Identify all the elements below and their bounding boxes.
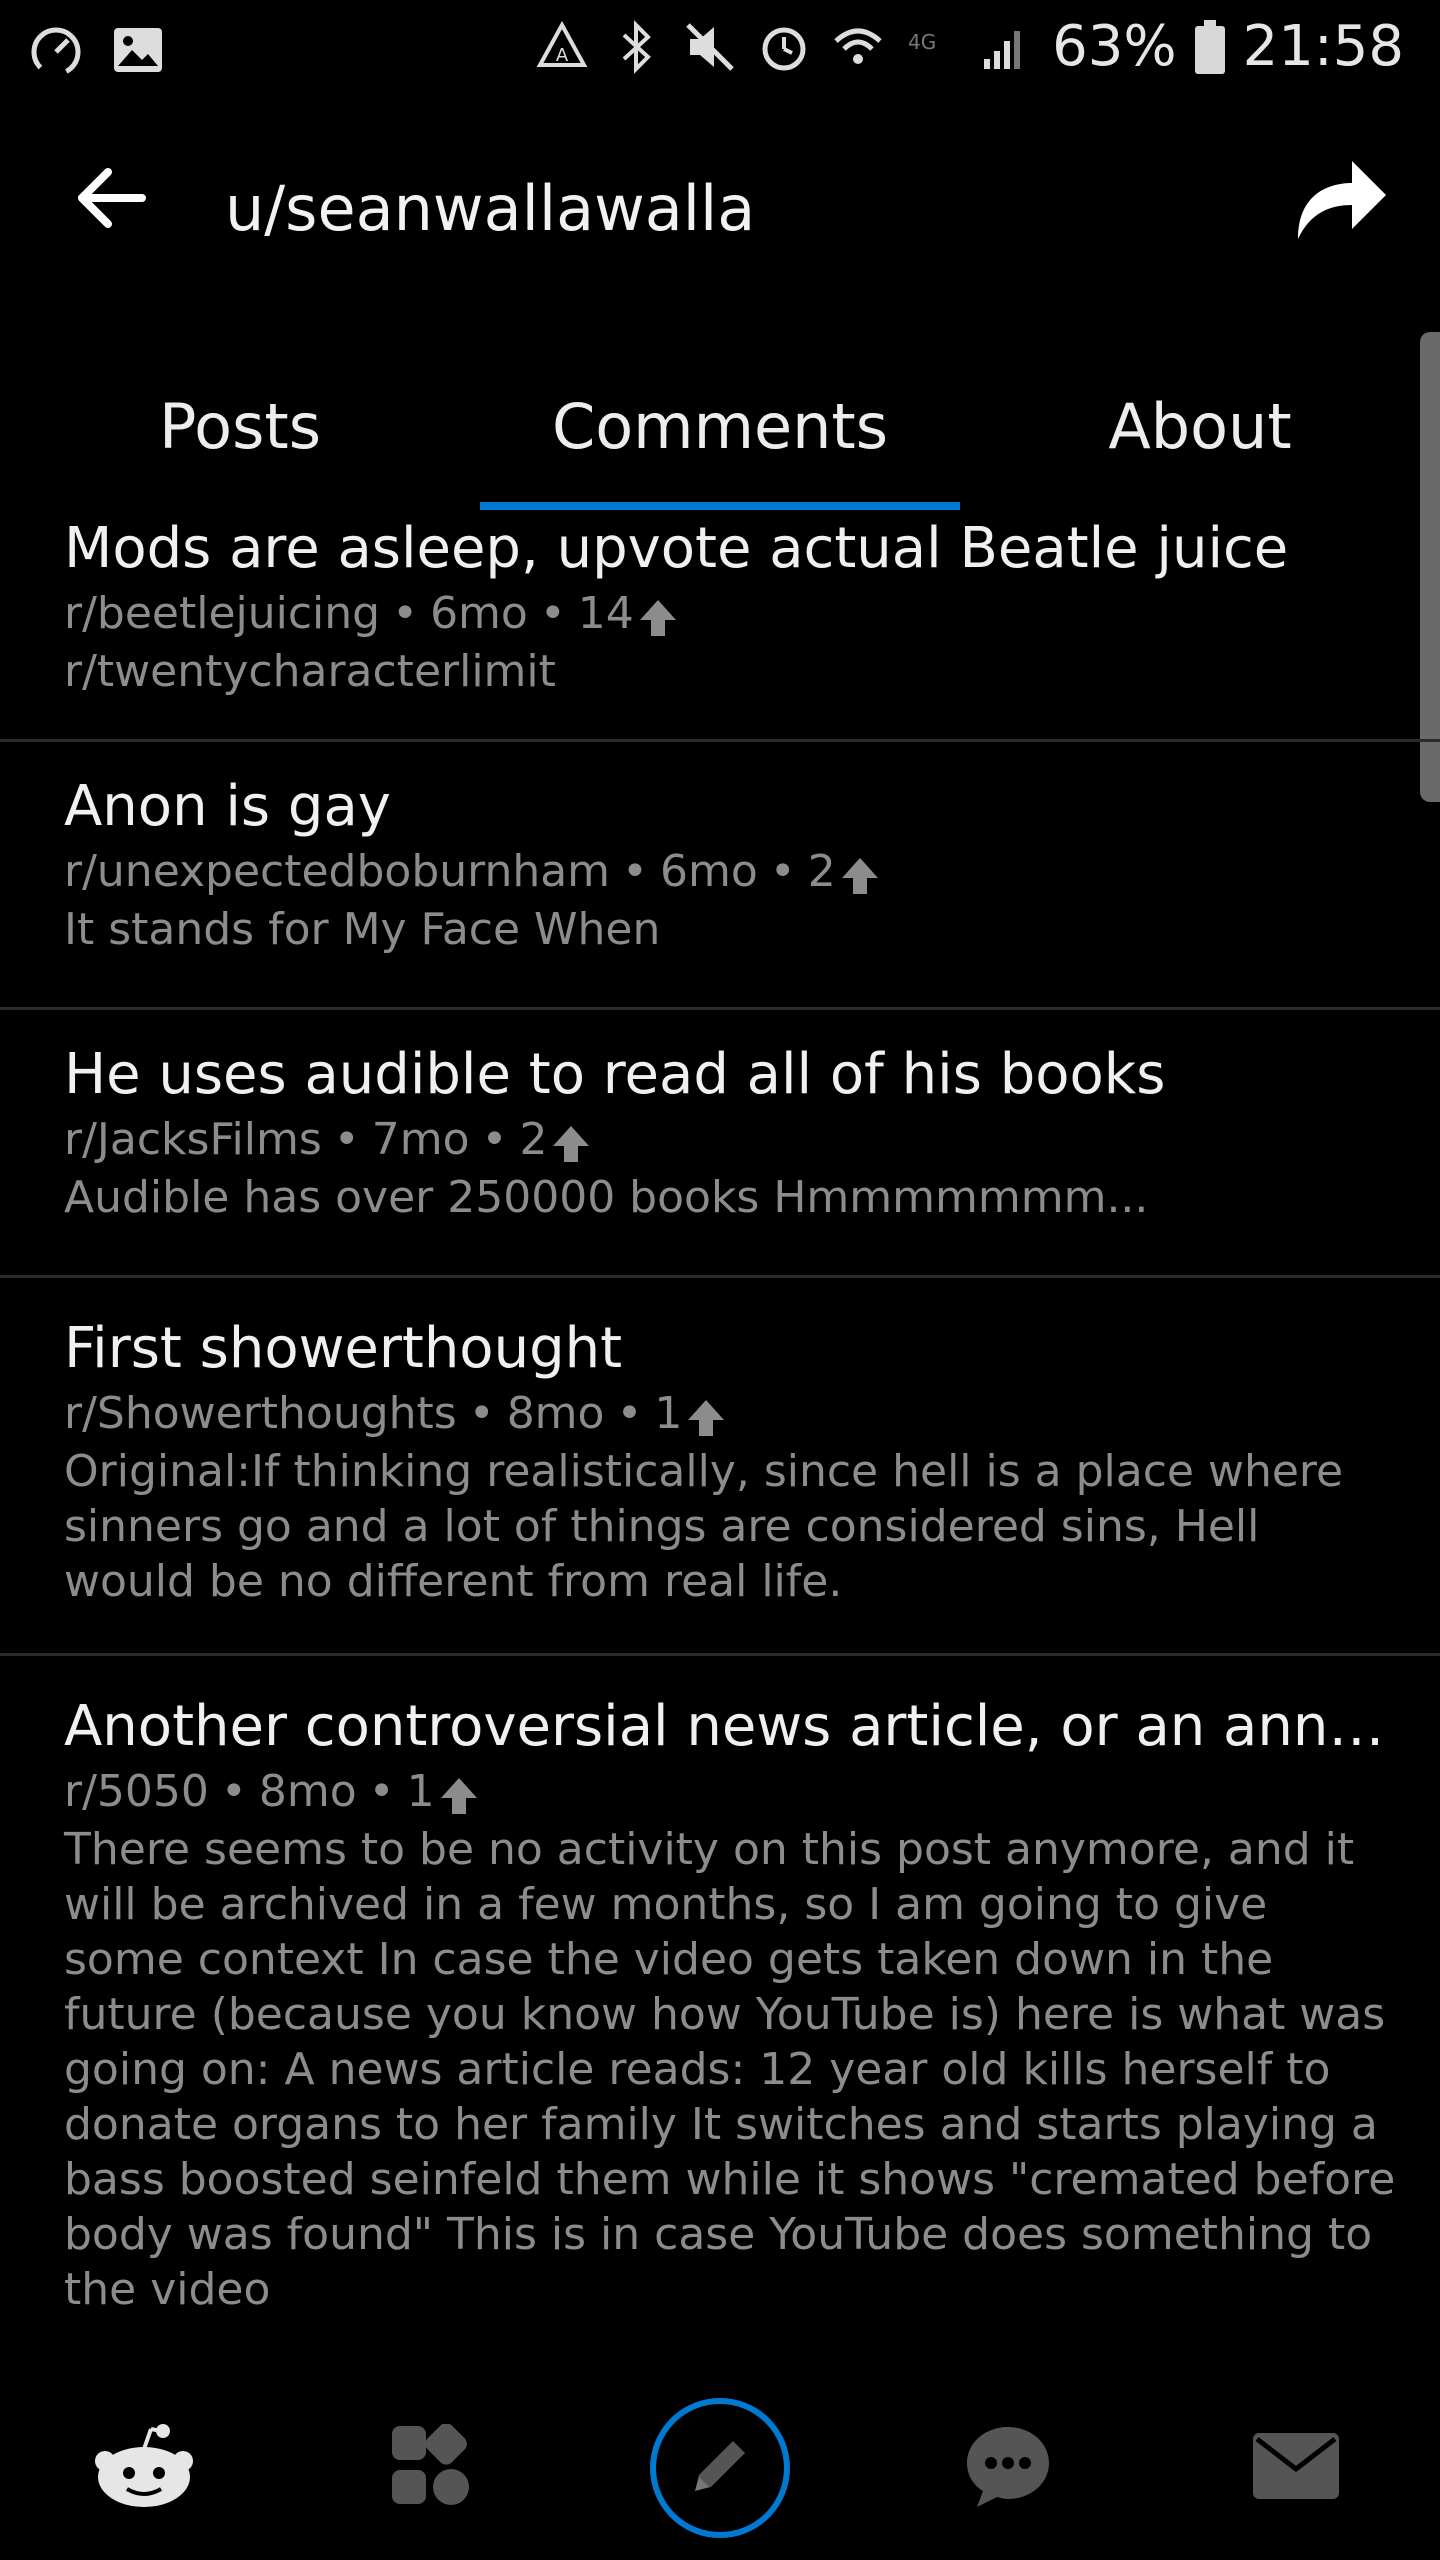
battery-percent: 63%: [1052, 14, 1177, 79]
status-bar: A 4G 63% 21:58: [0, 0, 1440, 100]
speedometer-icon: [28, 22, 84, 78]
comment-post-title: He uses audible to read all of his books: [64, 1042, 1166, 1107]
list-item[interactable]: First showerthought r/Showerthoughts • 8…: [0, 1278, 1440, 1656]
list-item[interactable]: He uses audible to read all of his books…: [0, 1010, 1440, 1278]
comment-body: It stands for My Face When: [64, 904, 661, 955]
active-tab-indicator: [480, 502, 960, 510]
subreddit-link[interactable]: r/JacksFilms: [64, 1110, 322, 1170]
comment-body: r/twentycharacterlimit: [64, 646, 556, 697]
compose-pencil-icon: [685, 2431, 755, 2505]
share-button[interactable]: [1280, 145, 1400, 255]
comment-age: 8mo: [506, 1388, 605, 1439]
comment-meta: r/Showerthoughts • 8mo • 1: [64, 1384, 1400, 1444]
meta-separator: •: [539, 588, 566, 639]
comments-list: Mods are asleep, upvote actual Beatle ju…: [0, 512, 1440, 2356]
comment-post-title: Anon is gay: [64, 774, 391, 839]
subreddit-link[interactable]: r/unexpectedboburnham: [64, 842, 610, 902]
back-button[interactable]: [60, 150, 160, 250]
nav-compose-button[interactable]: [576, 2375, 864, 2560]
snoo-home-icon: [89, 2421, 199, 2515]
meta-separator: •: [616, 1388, 643, 1439]
comment-meta: r/unexpectedboburnham • 6mo • 2: [64, 842, 1400, 902]
subreddit-link[interactable]: r/5050: [64, 1762, 209, 1822]
status-right: A 4G 63% 21:58: [534, 14, 1404, 79]
page-title: u/seanwallawalla: [225, 172, 756, 245]
meta-separator: •: [481, 1114, 508, 1165]
status-time: 21:58: [1242, 14, 1404, 79]
upvote-arrow-icon: [551, 1120, 591, 1162]
share-icon: [1290, 153, 1390, 247]
chat-bubble-icon: [963, 2423, 1053, 2513]
bottom-navigation: [0, 2375, 1440, 2560]
inbox-mail-icon: [1251, 2431, 1341, 2505]
comment-age: 8mo: [258, 1766, 357, 1817]
wifi-icon: [830, 19, 886, 75]
upvote-arrow-icon: [439, 1772, 479, 1814]
meta-separator: •: [368, 1766, 395, 1817]
mute-icon: [682, 19, 738, 75]
nav-inbox-button[interactable]: [1152, 2375, 1440, 2560]
meta-separator: •: [622, 846, 648, 897]
recycle-icon: A: [534, 19, 590, 75]
comment-score: 2: [807, 846, 836, 897]
tab-comments[interactable]: Comments: [480, 390, 960, 463]
app-header: u/seanwallawalla: [0, 100, 1440, 320]
svg-text:A: A: [556, 45, 569, 66]
comment-meta: r/5050 • 8mo • 1: [64, 1762, 1400, 1822]
meta-separator: •: [392, 588, 419, 639]
list-item[interactable]: Another controversial news article, or a…: [0, 1656, 1440, 2356]
comment-score: 2: [519, 1114, 548, 1165]
battery-icon: [1194, 19, 1225, 74]
svg-text:4G: 4G: [908, 30, 936, 54]
comment-meta: r/JacksFilms • 7mo • 2: [64, 1110, 1400, 1170]
subreddit-link[interactable]: r/Showerthoughts: [64, 1384, 457, 1444]
comment-age: 6mo: [430, 588, 528, 639]
comment-score: 1: [406, 1766, 435, 1817]
nav-chat-button[interactable]: [864, 2375, 1152, 2560]
comment-body: Original:If thinking realistically, sinc…: [64, 1446, 1344, 1607]
compose-button-ring: [650, 2397, 790, 2538]
upvote-arrow-icon: [840, 852, 880, 894]
comment-post-title: Another controversial news article, or a…: [64, 1694, 1400, 1759]
comment-body: Audible has over 250000 books Hmmmmmmm..…: [64, 1172, 1149, 1223]
list-item[interactable]: Anon is gay r/unexpectedboburnham • 6mo …: [0, 742, 1440, 1010]
comment-post-title: Mods are asleep, upvote actual Beatle ju…: [64, 516, 1289, 581]
meta-separator: •: [333, 1114, 360, 1165]
nav-communities-button[interactable]: [288, 2375, 576, 2560]
upvote-arrow-icon: [638, 594, 678, 636]
comment-age: 6mo: [660, 846, 758, 897]
meta-separator: •: [220, 1766, 247, 1817]
tab-about[interactable]: About: [960, 390, 1440, 463]
list-item[interactable]: Mods are asleep, upvote actual Beatle ju…: [0, 512, 1440, 742]
communities-grid-icon: [390, 2422, 474, 2512]
bluetooth-icon: [608, 19, 664, 75]
signal-icon: [978, 19, 1034, 75]
meta-separator: •: [468, 1388, 495, 1439]
subreddit-link[interactable]: r/beetlejuicing: [64, 584, 380, 644]
comment-post-title: First showerthought: [64, 1316, 623, 1381]
meta-separator: •: [769, 846, 796, 897]
comment-meta: r/beetlejuicing • 6mo • 14: [64, 584, 1400, 644]
profile-tabs: Posts Comments About: [0, 370, 1440, 510]
status-left: [28, 22, 166, 78]
comment-age: 7mo: [371, 1114, 470, 1165]
comment-body: There seems to be no activity on this po…: [64, 1824, 1396, 2315]
comment-score: 14: [577, 588, 634, 639]
upvote-arrow-icon: [686, 1394, 726, 1436]
lte-icon: 4G: [904, 19, 960, 75]
alarm-icon: [756, 19, 812, 75]
back-arrow-icon: [70, 158, 150, 242]
image-icon: [110, 22, 166, 78]
nav-home-button[interactable]: [0, 2375, 288, 2560]
tab-posts[interactable]: Posts: [0, 390, 480, 463]
comment-score: 1: [654, 1388, 683, 1439]
